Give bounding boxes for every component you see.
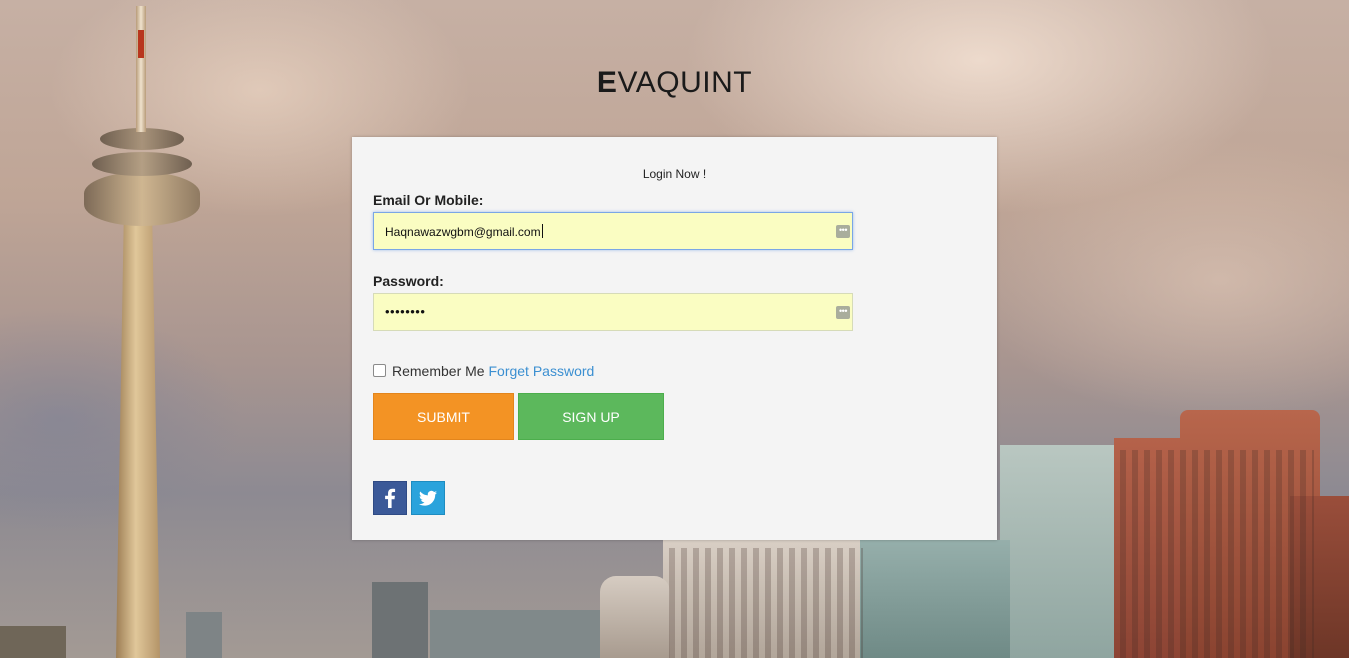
password-value: •••••••• [385,304,426,319]
remember-row: Remember Me Forget Password [373,363,594,379]
dark-building [372,582,428,658]
low-building [430,610,600,658]
building-windows [663,548,863,658]
brand-logo-initial: E [596,66,618,99]
remember-me-checkbox[interactable] [373,364,386,377]
twitter-button[interactable] [411,481,445,515]
facebook-icon [385,488,396,508]
tv-tower-ring [92,152,192,176]
tv-tower-shaft [116,210,160,658]
email-field[interactable]: Haqnawazwgbm@gmail.com ••• [373,212,853,250]
login-heading: Login Now ! [642,167,707,181]
glass-building-low [860,540,1010,658]
building-windows [1114,450,1314,658]
email-value: Haqnawazwgbm@gmail.com [385,224,543,239]
brand-logo: EVAQUINT [0,66,1349,100]
submit-button[interactable]: SUBMIT [373,393,514,440]
brand-logo-rest: VAQUINT [617,66,753,99]
twitter-icon [419,490,437,506]
glass-building [1000,445,1118,658]
password-manager-icon[interactable]: ••• [836,225,850,238]
password-label: Password: [373,273,444,289]
curved-building [600,576,670,658]
email-value-text: Haqnawazwgbm@gmail.com [385,225,541,239]
small-building [186,612,222,658]
email-label: Email Or Mobile: [373,192,484,208]
forget-password-link[interactable]: Forget Password [488,363,594,379]
tv-tower-pod [84,172,200,226]
sign-up-button[interactable]: SIGN UP [518,393,664,440]
facebook-button[interactable] [373,481,407,515]
tv-tower-spire-tip [138,30,144,58]
remember-me-label: Remember Me [392,363,485,379]
login-card: Login Now ! Email Or Mobile: Haqnawazwgb… [352,137,997,540]
password-field[interactable]: •••••••• ••• [373,293,853,331]
text-caret [541,224,543,238]
password-manager-icon[interactable]: ••• [836,306,850,319]
roof-building [0,626,66,658]
